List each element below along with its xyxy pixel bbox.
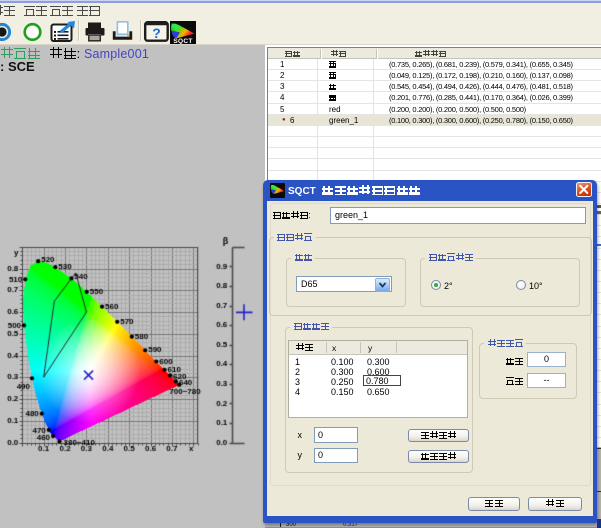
svg-text:SQCT: SQCT [173, 38, 192, 44]
svg-text:?: ? [152, 25, 161, 41]
